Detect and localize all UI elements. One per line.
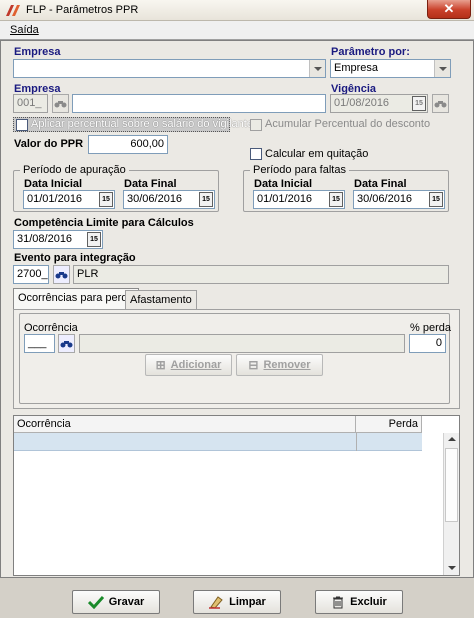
grid-header-perda-label: Perda <box>388 418 418 430</box>
grid-header-perda[interactable]: Perda <box>356 416 422 433</box>
aplicar-checkbox-label: Aplicar percentual sobre o salário do vi… <box>31 118 253 130</box>
faltas-final-label: Data Final <box>354 178 407 190</box>
periodo-faltas-title: Período para faltas <box>250 164 349 176</box>
excluir-button[interactable]: Excluir <box>315 590 403 614</box>
close-button[interactable]: ✕ <box>427 0 471 19</box>
apuracao-inicial-input[interactable]: 01/01/2016 15 <box>23 190 115 209</box>
faltas-final-input[interactable]: 30/06/2016 15 <box>353 190 445 209</box>
calendar-icon[interactable]: 15 <box>429 192 443 207</box>
grid-row-selected[interactable] <box>14 433 422 451</box>
empresa-combo[interactable] <box>13 59 326 78</box>
binoculars-icon <box>54 100 67 107</box>
valor-ppr-label: Valor do PPR <box>14 138 84 150</box>
competencia-input[interactable]: 31/08/2016 15 <box>13 230 103 249</box>
ocorrencia-search-button[interactable] <box>58 334 75 353</box>
close-icon: ✕ <box>443 1 455 16</box>
valor-ppr-input[interactable]: 600,00 <box>88 135 168 154</box>
scroll-up-arrow-icon[interactable] <box>448 437 456 441</box>
apuracao-final-input[interactable]: 30/06/2016 15 <box>123 190 215 209</box>
acumular-checkbox-label: Acumular Percentual do desconto <box>265 118 431 130</box>
perda-label: % perda <box>410 322 451 334</box>
binoculars-icon <box>434 100 447 107</box>
evento-label: Evento para integração <box>14 252 136 264</box>
tab-ocorrencias[interactable]: Ocorrências para perda <box>13 288 139 310</box>
scroll-thumb[interactable] <box>445 448 458 522</box>
eraser-icon <box>209 596 223 609</box>
parametro-select[interactable]: Empresa <box>330 59 451 78</box>
add-icon: ⊞ <box>155 358 166 372</box>
ocorrencia-label: Ocorrência <box>24 322 78 334</box>
empresa-search-button[interactable] <box>52 94 69 113</box>
menu-bar: Saída <box>0 21 474 40</box>
checkmark-icon <box>87 595 104 609</box>
faltas-inicial-label: Data Inicial <box>254 178 313 190</box>
calendar-icon[interactable]: 15 <box>329 192 343 207</box>
adicionar-button[interactable]: ⊞ Adicionar <box>145 354 232 376</box>
menu-saida[interactable]: Saída <box>10 24 39 36</box>
periodo-apuracao-title: Período de apuração <box>20 164 129 176</box>
gravar-button[interactable]: Gravar <box>72 590 160 614</box>
evento-code-input[interactable]: 2700_ <box>13 265 49 284</box>
ocorrencia-inner-group <box>19 313 450 404</box>
competencia-label: Competência Limite para Cálculos <box>14 217 194 229</box>
remove-icon: ⊟ <box>248 358 259 372</box>
calendar-icon[interactable]: 15 <box>412 96 426 111</box>
trash-icon <box>333 596 344 609</box>
apuracao-inicial-label: Data Inicial <box>24 178 83 190</box>
calendar-icon[interactable]: 15 <box>99 192 113 207</box>
empresa-combo-label: Empresa <box>14 46 61 58</box>
tab-afastamento[interactable]: Afastamento <box>125 290 197 310</box>
calcular-checkbox-label: Calcular em quitação <box>265 148 369 160</box>
vigencia-search-button[interactable] <box>432 94 449 113</box>
perda-input[interactable]: 0 <box>409 334 446 353</box>
scroll-down-arrow-icon[interactable] <box>448 566 456 570</box>
window-title: FLP - Parâmetros PPR <box>26 4 139 16</box>
vigencia-input[interactable]: 01/08/2016 15 <box>330 94 428 113</box>
limpar-button[interactable]: Limpar <box>193 590 281 614</box>
parametro-label: Parâmetro por: <box>331 46 410 58</box>
calendar-icon[interactable]: 15 <box>199 192 213 207</box>
ocorrencia-name-input[interactable] <box>79 334 405 353</box>
calcular-checkbox[interactable] <box>250 148 262 160</box>
remover-button[interactable]: ⊟ Remover <box>236 354 323 376</box>
binoculars-icon <box>60 340 73 347</box>
parametro-value: Empresa <box>334 62 379 74</box>
empresa-name-input[interactable] <box>72 94 326 113</box>
grid-scrollbar[interactable] <box>443 433 459 575</box>
calendar-icon[interactable]: 15 <box>87 232 101 247</box>
faltas-inicial-input[interactable]: 01/01/2016 15 <box>253 190 345 209</box>
app-logo-icon <box>6 5 20 16</box>
aplicar-checkbox[interactable] <box>16 119 28 131</box>
evento-name-input[interactable]: PLR <box>73 265 449 284</box>
ocorrencia-code-input[interactable]: ___ <box>24 334 55 353</box>
binoculars-icon <box>55 271 68 278</box>
evento-search-button[interactable] <box>53 265 70 284</box>
dropdown-arrow-icon[interactable] <box>434 60 450 77</box>
grid-header-ocorrencia[interactable]: Ocorrência <box>14 416 356 433</box>
apuracao-final-label: Data Final <box>124 178 177 190</box>
title-bar: FLP - Parâmetros PPR ✕ <box>0 0 474 21</box>
grid-header-ocorrencia-label: Ocorrência <box>17 418 71 430</box>
acumular-checkbox[interactable] <box>250 119 262 131</box>
empresa-code-input[interactable]: 001_ <box>13 94 48 113</box>
dropdown-arrow-icon[interactable] <box>309 60 325 77</box>
